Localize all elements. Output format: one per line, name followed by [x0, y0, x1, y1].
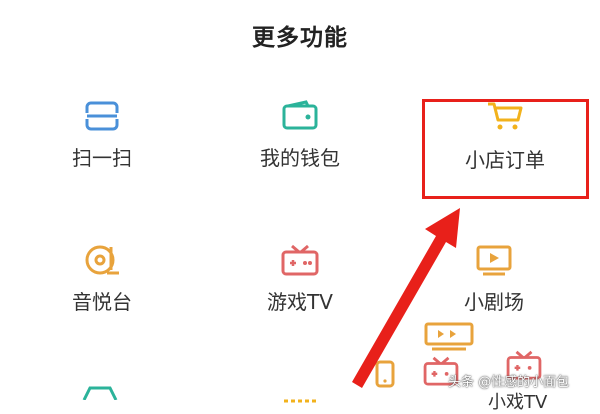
watermark: 头条 @性感的小面包	[448, 375, 570, 390]
annotation-arrow-icon	[352, 208, 460, 388]
partial-grid-label: 小戏TV	[488, 392, 548, 413]
